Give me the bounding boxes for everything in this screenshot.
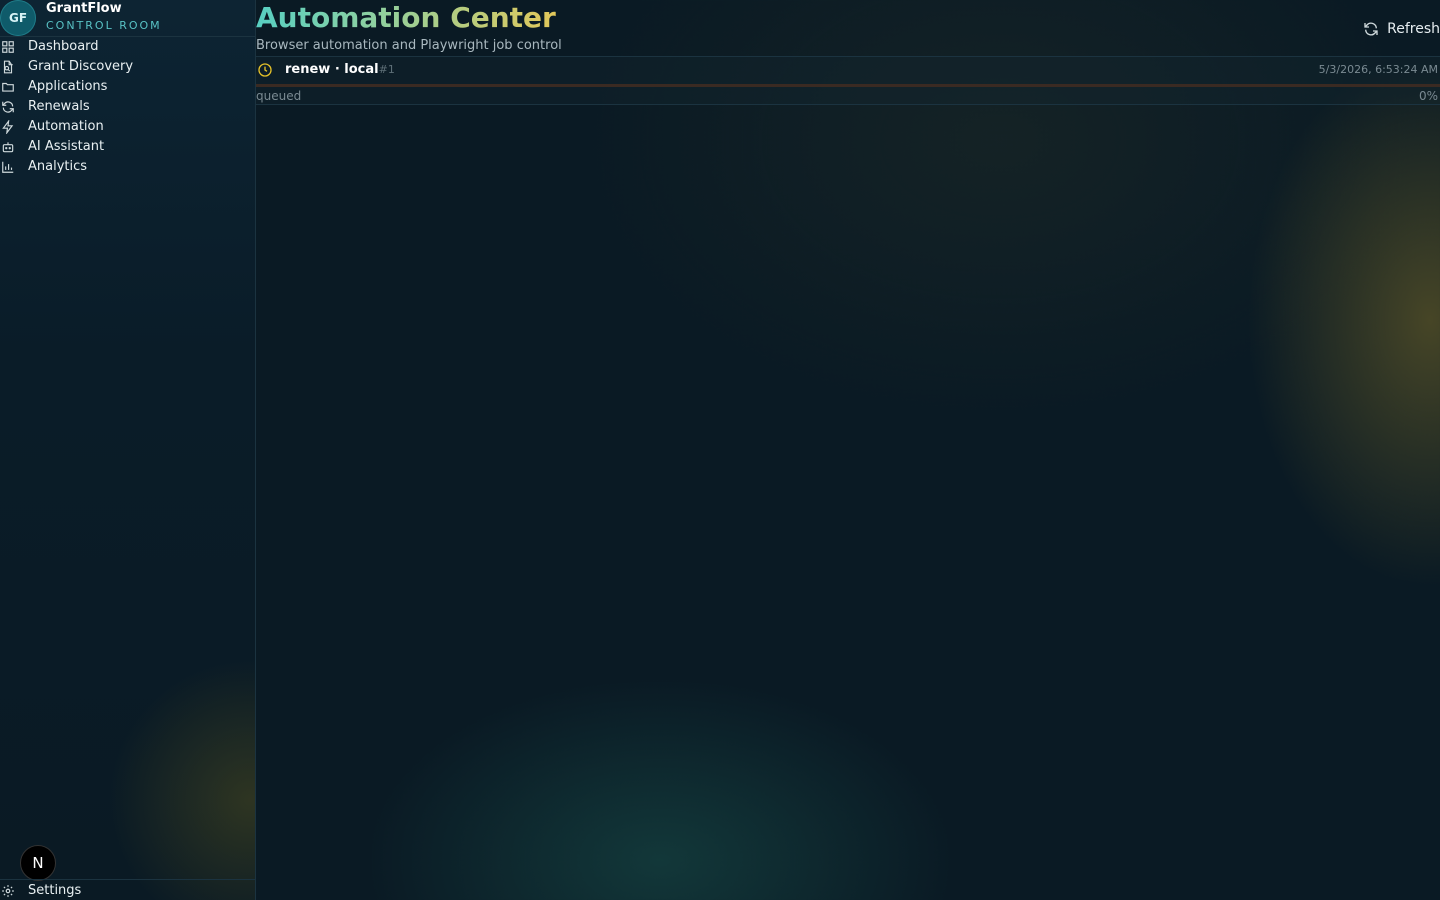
grid-icon xyxy=(2,41,14,53)
gear-icon xyxy=(2,885,14,897)
job-progress-percent: 0% xyxy=(1418,89,1438,103)
job-status: queued xyxy=(256,89,302,103)
avatar[interactable]: N xyxy=(20,845,56,881)
brand-subtitle: CONTROL ROOM xyxy=(46,19,162,32)
sidebar-item-applications[interactable]: Applications xyxy=(0,77,255,97)
page-title: Automation Center xyxy=(256,1,556,34)
refresh-button[interactable]: Refresh xyxy=(1363,18,1440,40)
job-name: renew · local#1 xyxy=(285,62,395,77)
bar-chart-icon xyxy=(2,161,14,173)
folder-icon xyxy=(2,82,14,92)
job-progress-bar xyxy=(256,84,1440,87)
brand-logo[interactable]: GF xyxy=(0,0,36,36)
sidebar-item-ai-assistant[interactable]: AI Assistant xyxy=(0,137,255,157)
refresh-label: Refresh xyxy=(1387,21,1440,37)
sidebar-item-renewals[interactable]: Renewals xyxy=(0,97,255,117)
zap-icon xyxy=(2,120,14,134)
sidebar-item-analytics[interactable]: Analytics xyxy=(0,157,255,177)
sidebar-item-grant-discovery[interactable]: Grant Discovery xyxy=(0,57,255,77)
sidebar-item-label: Analytics xyxy=(28,159,88,174)
sidebar-nav: Dashboard Grant Discovery Applications R… xyxy=(0,37,255,177)
settings-label: Settings xyxy=(28,883,82,898)
refresh-icon xyxy=(2,101,14,113)
brand-name: GrantFlow xyxy=(46,1,122,16)
sidebar-item-label: Dashboard xyxy=(28,39,99,54)
sidebar-item-label: Automation xyxy=(28,119,104,134)
refresh-icon xyxy=(1364,22,1378,36)
sidebar-item-label: Grant Discovery xyxy=(28,59,134,74)
job-card[interactable]: renew · local#1 5/3/2026, 6:53:24 AM que… xyxy=(256,56,1440,105)
job-timestamp: 5/3/2026, 6:53:24 AM xyxy=(1318,63,1438,76)
sidebar-item-label: AI Assistant xyxy=(28,139,105,154)
clock-icon xyxy=(258,63,272,77)
sidebar-item-dashboard[interactable]: Dashboard xyxy=(0,37,255,57)
job-name-text: renew · local xyxy=(285,62,379,77)
sidebar-item-automation[interactable]: Automation xyxy=(0,117,255,137)
brand: GF GrantFlow CONTROL ROOM xyxy=(0,0,255,37)
main-content: Automation Center Browser automation and… xyxy=(256,0,1440,900)
sidebar-item-settings[interactable]: Settings xyxy=(0,879,255,900)
job-id: #1 xyxy=(378,63,395,76)
sidebar-item-label: Renewals xyxy=(28,99,90,114)
sidebar: GF GrantFlow CONTROL ROOM Dashboard Gran… xyxy=(0,0,256,900)
page-subtitle: Browser automation and Playwright job co… xyxy=(256,38,562,53)
file-search-icon xyxy=(3,60,13,74)
bot-icon xyxy=(2,142,14,153)
sidebar-item-label: Applications xyxy=(28,79,108,94)
